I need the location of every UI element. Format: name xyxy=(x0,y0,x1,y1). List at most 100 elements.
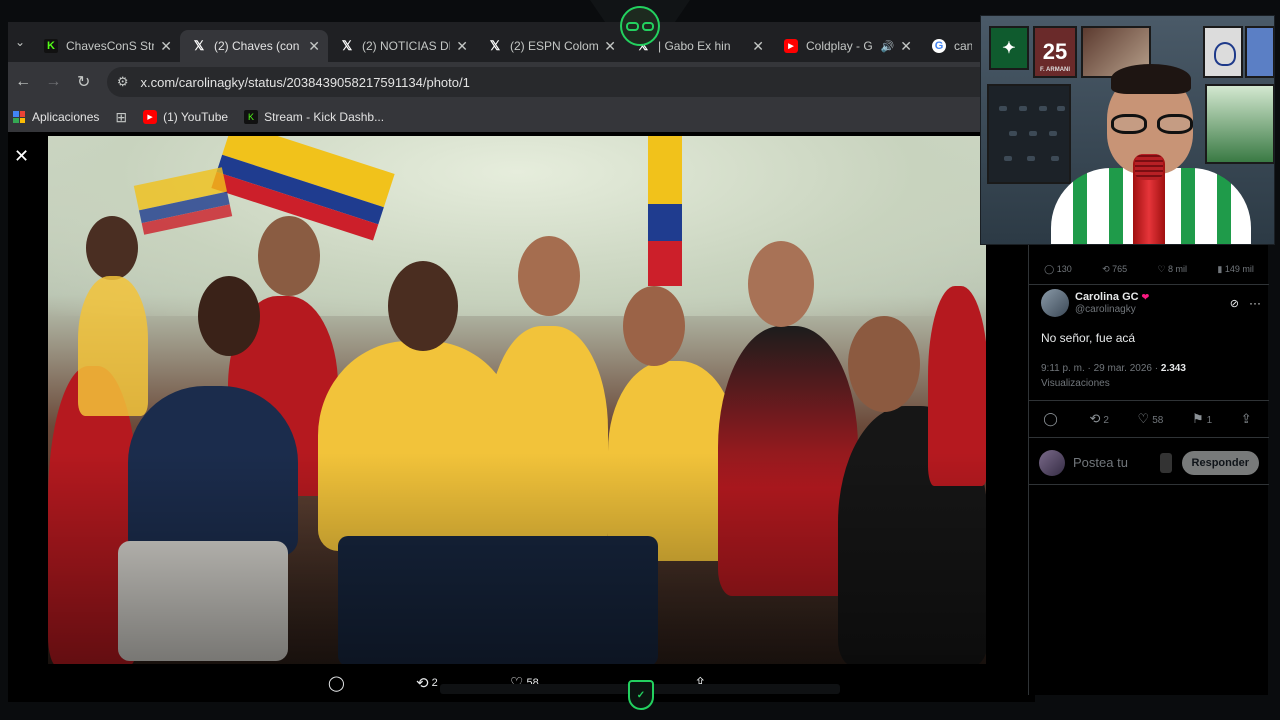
club-badge-frame: ✦ xyxy=(989,26,1029,70)
tab-chavescons-stream[interactable]: K ChavesConS Stre ✕ xyxy=(32,30,180,62)
views-label: Visualizaciones xyxy=(1041,378,1110,389)
glasses-icon xyxy=(1111,114,1193,134)
tab-strip: ⌄ K ChavesConS Stre ✕ 𝕏 (2) Chaves (con … xyxy=(8,22,1035,62)
youtube-icon: ▶ xyxy=(784,39,798,53)
bookmark-label: Stream - Kick Dashb... xyxy=(264,110,385,124)
close-tab-icon[interactable]: ✕ xyxy=(752,38,764,55)
close-tab-icon[interactable]: ✕ xyxy=(160,38,172,55)
reply-button[interactable]: ◯ xyxy=(328,674,348,692)
close-icon[interactable]: ✕ xyxy=(14,146,29,167)
all-apps-icon[interactable]: ⊞ xyxy=(115,109,127,126)
forward-arrow-icon[interactable]: → xyxy=(38,73,68,91)
repost-icon: ⟲ xyxy=(1089,411,1101,426)
tab-espn-x[interactable]: 𝕏 (2) ESPN Colom ✕ xyxy=(476,30,624,62)
tab-chaves-x[interactable]: 𝕏 (2) Chaves (con ✕ xyxy=(180,30,328,62)
tweet-meta: 9:11 p. m. · 29 mar. 2026 · 2.343 Visual… xyxy=(1041,361,1261,391)
views-count: 2.343 xyxy=(1160,363,1186,374)
heart-icon: ♡ xyxy=(1137,411,1150,426)
x-icon: 𝕏 xyxy=(341,38,353,53)
repost-count: 2 xyxy=(431,677,438,689)
reply-icon: ◯ xyxy=(328,675,345,692)
bookmarks-bar: Aplicaciones ⊞ ▶ (1) YouTube K Stream - … xyxy=(8,102,1035,132)
photo-action-bar: ◯ ⟲ 2 ♡ 58 ⇪ xyxy=(8,662,1035,702)
apps-grid-icon xyxy=(12,110,26,124)
bookmark-button[interactable]: ⚑ 1 xyxy=(1192,411,1212,427)
bookmark-label: Aplicaciones xyxy=(32,110,100,124)
tab-title: (2) Chaves (con xyxy=(214,39,300,53)
streamer-hair xyxy=(1111,64,1191,94)
grok-icon[interactable]: ⊘ xyxy=(1230,297,1239,310)
tweet: Carolina GC ❤ @carolinagky ⊘ ··· No seño… xyxy=(1041,289,1261,391)
tab-title: (2) ESPN Colom xyxy=(510,39,599,53)
close-tab-icon[interactable]: ✕ xyxy=(456,38,468,55)
microphone-icon xyxy=(1133,154,1165,244)
reply-submit-button[interactable]: Responder xyxy=(1181,450,1259,475)
like-stat[interactable]: ♡ 8 mil xyxy=(1157,264,1187,275)
streamer-logo-icon xyxy=(620,6,660,46)
previous-post-stats: ◯ 130 ⟲ 765 ♡ 8 mil ▮ 149 mil xyxy=(1029,255,1269,285)
avatar xyxy=(1039,449,1065,476)
tab-title: canc xyxy=(954,39,972,53)
stream-overlay-frame: ⌄ K ChavesConS Stre ✕ 𝕏 (2) Chaves (con … xyxy=(0,0,1280,720)
browser-toolbar: ← → ↻ ⚙ x.com/carolinagky/status/2038439… xyxy=(8,62,1035,102)
tweet-photo[interactable] xyxy=(48,136,986,664)
repost-button[interactable]: ⟲ 2 xyxy=(1089,411,1108,427)
tweet-author: Carolina GC ❤ @carolinagky ⊘ ··· xyxy=(1041,289,1261,317)
avatar[interactable] xyxy=(1041,289,1069,317)
share-button[interactable]: ⇪ xyxy=(1241,411,1255,427)
bookmark-label: (1) YouTube xyxy=(163,110,229,124)
bookmark-aplicaciones[interactable]: Aplicaciones xyxy=(12,110,99,124)
tweet-text: No señor, fue acá xyxy=(1041,331,1136,345)
reply-stat[interactable]: ◯ 130 xyxy=(1044,264,1072,275)
url-text: x.com/carolinagky/status/203843905821759… xyxy=(140,74,470,90)
tab-search-chevron-icon[interactable]: ⌄ xyxy=(8,35,32,49)
streamer xyxy=(1051,56,1251,244)
repost-button[interactable]: ⟲ 2 xyxy=(416,674,438,692)
kick-icon: K xyxy=(244,110,259,124)
verified-badge-icon: ❤ xyxy=(1141,292,1150,302)
reload-icon[interactable]: ↻ xyxy=(69,72,99,92)
x-icon: 𝕏 xyxy=(489,38,501,53)
tab-google[interactable]: G canc xyxy=(920,30,980,62)
close-tab-icon[interactable]: ✕ xyxy=(308,38,320,55)
poster-frame xyxy=(1245,26,1274,78)
address-bar[interactable]: ⚙ x.com/carolinagky/status/2038439058217… xyxy=(106,67,1035,97)
author-handle[interactable]: @carolinagky xyxy=(1075,304,1149,315)
reply-button[interactable]: ◯ xyxy=(1043,411,1061,427)
like-button[interactable]: ♡ 58 xyxy=(1138,411,1164,427)
browser-window: ⌄ K ChavesConS Stre ✕ 𝕏 (2) Chaves (con … xyxy=(8,22,1035,702)
views-stat[interactable]: ▮ 149 mil xyxy=(1217,264,1253,275)
tab-noticias-x[interactable]: 𝕏 (2) NOTICIAS DE ✕ xyxy=(328,30,476,62)
photo-viewer: ✕ ◯ ⟲ 2 58 xyxy=(8,132,1035,702)
author-name[interactable]: Carolina GC ❤ xyxy=(1075,291,1149,303)
kick-icon: K xyxy=(44,39,58,53)
tab-title: (2) NOTICIAS DE xyxy=(362,39,451,53)
reply-icon: ◯ xyxy=(1043,411,1058,426)
share-icon: ⇪ xyxy=(1240,411,1252,426)
close-tab-icon[interactable]: ✕ xyxy=(900,38,912,55)
tab-coldplay-youtube[interactable]: ▶ Coldplay - G 🔊 ✕ xyxy=(772,30,920,62)
back-arrow-icon[interactable]: ← xyxy=(8,73,38,91)
repost-stat[interactable]: ⟲ 765 xyxy=(1102,264,1127,275)
tab-title: | Gabo Ex hin xyxy=(658,39,731,53)
bookmark-kick-dashboard[interactable]: K Stream - Kick Dashb... xyxy=(244,110,384,124)
reply-input[interactable]: Postea tu xyxy=(1073,455,1160,470)
media-icon[interactable] xyxy=(1159,452,1172,473)
webcam-overlay: ✦ 25 F. ARMANI xyxy=(980,15,1275,245)
x-icon: 𝕏 xyxy=(193,38,205,53)
timestamp[interactable]: 9:11 p. m. · 29 mar. 2026 · xyxy=(1041,363,1158,374)
site-info-icon[interactable]: ⚙ xyxy=(117,74,129,90)
reply-composer: Postea tu Responder xyxy=(1029,441,1269,485)
shield-logo-icon: ✓ xyxy=(628,680,654,710)
google-icon: G xyxy=(932,39,946,53)
more-options-icon[interactable]: ··· xyxy=(1249,296,1261,310)
speaker-icon[interactable]: 🔊 xyxy=(881,40,895,53)
close-tab-icon[interactable]: ✕ xyxy=(604,38,616,55)
youtube-icon: ▶ xyxy=(143,110,158,124)
x-side-panel: ◯ 130 ⟲ 765 ♡ 8 mil ▮ 149 mil Carolina G… xyxy=(1028,245,1269,695)
bookmark-icon: ⚑ xyxy=(1191,411,1204,426)
tab-title: ChavesConS Stre xyxy=(66,39,155,53)
photo-shadow xyxy=(48,136,986,664)
repost-icon: ⟲ xyxy=(416,675,429,692)
bookmark-youtube[interactable]: ▶ (1) YouTube xyxy=(143,110,228,124)
